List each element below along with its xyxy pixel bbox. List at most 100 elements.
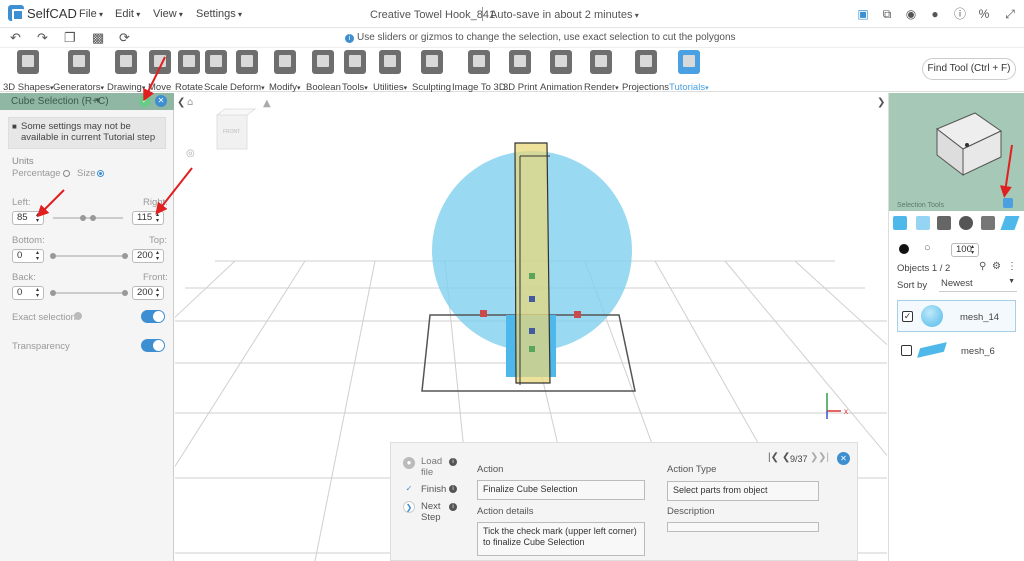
tool-image-to-3d[interactable]: Image To 3D [452, 50, 506, 93]
right-input[interactable]: 115 [132, 211, 164, 225]
more-options-icon[interactable]: ⋮ [1007, 261, 1017, 272]
selection-handle[interactable] [574, 311, 581, 318]
back-input[interactable]: 0 [12, 286, 44, 300]
tool-3d-shapes[interactable]: 3D Shapes [3, 50, 54, 93]
tool-3d-print[interactable]: 3D Print [503, 50, 537, 93]
select-plane-icon[interactable] [1000, 216, 1020, 230]
first-page-icon[interactable]: |❮ [768, 452, 779, 463]
finalize-check-button[interactable]: ✓ [139, 95, 151, 107]
fullscreen-icon[interactable]: ⤢ [1003, 7, 1017, 21]
home-view-icon[interactable]: ⌂ [187, 97, 193, 108]
app-logo[interactable]: SelfCAD [8, 5, 77, 21]
light-icon[interactable]: ▲ [263, 98, 271, 109]
unit-percentage-option[interactable]: Percentage [12, 168, 70, 179]
color-picker-icon[interactable] [899, 244, 909, 254]
tool-sculpting[interactable]: Sculpting [412, 50, 451, 93]
back-front-slider[interactable] [53, 292, 125, 294]
tool-drawing[interactable]: Drawing [107, 50, 145, 93]
bottom-top-slider[interactable] [53, 255, 125, 257]
top-input[interactable]: 200 [132, 249, 164, 263]
tool-projections[interactable]: Projections [622, 50, 669, 93]
select-object-icon[interactable] [893, 216, 907, 230]
tool-move[interactable]: Move [148, 50, 171, 93]
object-row[interactable]: mesh_6 [897, 336, 1016, 364]
bottom-input[interactable]: 0 [12, 249, 44, 263]
tool-boolean[interactable]: Boolean [306, 50, 341, 93]
opacity-input[interactable]: 100 [951, 243, 979, 257]
user-icon[interactable]: ● [928, 7, 942, 21]
percentage-radio[interactable] [62, 169, 70, 177]
copy-icon[interactable]: ❐ [64, 30, 76, 46]
close-panel-button[interactable]: ✕ [155, 95, 167, 107]
selection-handle[interactable] [480, 310, 487, 317]
select-edge-icon[interactable] [937, 216, 951, 230]
share-icon[interactable]: ⧉ [880, 7, 894, 21]
settings-gear-icon[interactable]: ⚙ [992, 261, 1001, 272]
selection-handle[interactable] [529, 296, 535, 302]
tool-modify[interactable]: Modify [269, 50, 301, 93]
slider-knob-top[interactable] [122, 253, 128, 259]
exact-selection-toggle[interactable] [141, 310, 165, 323]
undo-icon[interactable]: ↶ [10, 30, 21, 46]
menu-file[interactable]: File [79, 8, 103, 20]
find-tool-button[interactable]: Find Tool (Ctrl + F) [922, 58, 1016, 80]
units-icon[interactable]: % [977, 7, 991, 21]
left-right-slider[interactable] [53, 217, 123, 219]
info-icon[interactable]: ⓘ [953, 7, 967, 21]
material-icon[interactable]: ○ [924, 242, 931, 254]
cube-selection-tool-icon[interactable] [1003, 198, 1013, 208]
slider-knob-bottom[interactable] [50, 253, 56, 259]
document-title[interactable]: Creative Towel Hook_841 [370, 9, 495, 21]
close-tutorial-button[interactable]: ✕ [837, 452, 850, 465]
next-step-icon[interactable]: ❯ [403, 501, 415, 513]
slider-knob-front[interactable] [122, 290, 128, 296]
object-row[interactable]: ✓ mesh_14 [897, 300, 1016, 332]
left-input[interactable]: 85 [12, 211, 44, 225]
select-vertex-icon[interactable] [959, 216, 973, 230]
tool-generators[interactable]: Generators [53, 50, 104, 93]
slider-knob-back[interactable] [50, 290, 56, 296]
tool-animation[interactable]: Animation [540, 50, 582, 93]
delete-icon[interactable]: ▩ [92, 30, 104, 46]
tool-tutorials[interactable]: Tutorials [669, 50, 709, 93]
selection-handle[interactable] [529, 328, 535, 334]
step-info-icon[interactable]: i [449, 458, 457, 466]
autosave-status[interactable]: Auto-save in about 2 minutes [490, 9, 639, 21]
notification-bell-icon[interactable]: ◉ [904, 7, 918, 21]
tool-render[interactable]: Render [584, 50, 619, 93]
menu-edit[interactable]: Edit [115, 8, 140, 20]
tool-scale[interactable]: Scale [204, 50, 228, 93]
select-face-icon[interactable] [916, 216, 930, 230]
step-next[interactable]: Next Step [421, 501, 443, 523]
chevron-down-icon[interactable]: ▼ [94, 96, 102, 105]
object-checkbox[interactable]: ✓ [902, 311, 913, 322]
save-icon[interactable]: ▣ [856, 7, 870, 21]
menu-settings[interactable]: Settings [196, 8, 242, 20]
step-info-icon[interactable]: i [449, 485, 457, 493]
tool-tools[interactable]: Tools [342, 50, 368, 93]
selection-preview[interactable]: Selection Tools [889, 93, 1024, 211]
transparency-toggle[interactable] [141, 339, 165, 352]
object-checkbox[interactable] [901, 345, 912, 356]
tool-rotate[interactable]: Rotate [175, 50, 203, 93]
redo-icon[interactable]: ↷ [37, 30, 48, 46]
front-input[interactable]: 200 [132, 286, 164, 300]
reset-icon[interactable]: ⟳ [119, 30, 130, 46]
selection-handle[interactable] [529, 273, 535, 279]
menu-view[interactable]: View [153, 8, 183, 20]
view-cube[interactable]: FRONT [215, 108, 257, 150]
search-icon[interactable]: ⚲ [979, 261, 986, 272]
last-page-icon[interactable]: ❯| [818, 452, 829, 463]
slider-knob-right[interactable] [90, 215, 96, 221]
collapse-right-icon[interactable]: ❯ [877, 97, 885, 108]
step-info-icon[interactable]: i [449, 503, 457, 511]
collapse-left-icon[interactable]: ❮ [177, 97, 185, 108]
exact-selection-info-icon[interactable] [74, 312, 82, 320]
tool-utilities[interactable]: Utilities [373, 50, 407, 93]
unit-size-option[interactable]: Size [77, 168, 105, 179]
sort-select[interactable]: Newest ▼ [939, 278, 1017, 292]
slider-knob-left[interactable] [80, 215, 86, 221]
camera-icon[interactable]: ◎ [186, 148, 195, 159]
selection-handle[interactable] [529, 346, 535, 352]
size-radio[interactable] [97, 169, 105, 177]
